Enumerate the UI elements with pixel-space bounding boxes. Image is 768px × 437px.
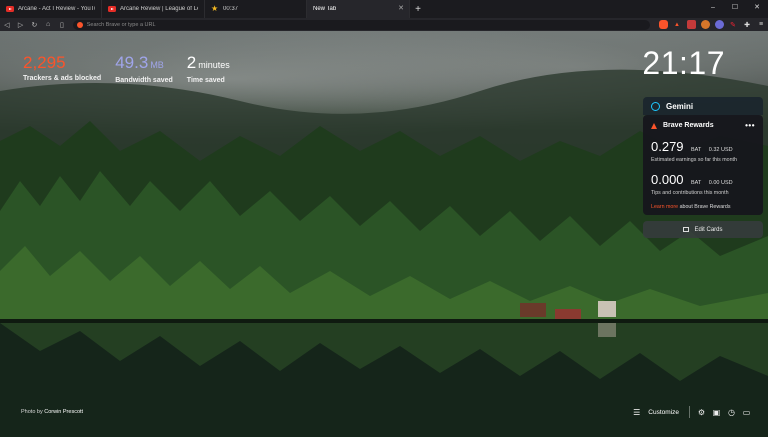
video-camera-icon: ▭ [742, 407, 751, 417]
window-controls: – ☐ ✕ [702, 0, 768, 14]
back-button[interactable]: ◁ [0, 18, 14, 31]
reload-button[interactable]: ↻ [28, 18, 42, 31]
brave-rewards-card: Brave Rewards ••• 0.279 BAT 0.32 USD Est… [643, 115, 763, 215]
edit-cards-button[interactable]: Edit Cards [643, 221, 763, 238]
stat-time: 2 minutes Time saved [187, 53, 230, 84]
tab-arcane-youtube[interactable]: Arcane - Act I Review - YouTube [0, 0, 102, 18]
edit-cards-label: Edit Cards [694, 226, 723, 233]
tips-value: 0.000 [651, 172, 684, 187]
earnings-value: 0.279 [651, 139, 684, 154]
puzzle-icon[interactable]: ✚ [743, 20, 752, 29]
tips-desc: Tips and contributions this month [651, 190, 729, 196]
edit-cards-icon [683, 227, 690, 232]
bottom-controls: ☰ Customize ⚙ ▣ ◷ ▭ [633, 406, 754, 418]
gemini-icon [651, 101, 660, 111]
brave-rewards-icon [651, 122, 657, 129]
brave-talk-button[interactable]: ▭ [739, 406, 754, 418]
tab-new-tab[interactable]: New Tab ✕ [307, 0, 410, 18]
youtube-icon [6, 6, 14, 12]
extension-icon[interactable] [714, 20, 724, 29]
stat-trackers: 2,295 Trackers & ads blocked [23, 53, 101, 84]
menu-icon[interactable]: ≡ [757, 20, 766, 29]
photo-credit: Photo by Corwin Prescott [21, 409, 83, 415]
time-unit: minutes [198, 60, 230, 70]
bookmark-icon: ▯ [59, 21, 64, 29]
trackers-label: Trackers & ads blocked [23, 75, 102, 82]
divider [689, 406, 690, 418]
gear-icon: ⚙ [697, 407, 706, 417]
bandwidth-label: Bandwidth saved [115, 77, 173, 84]
minimize-button[interactable]: – [702, 0, 724, 14]
forward-button[interactable]: ▷ [14, 18, 28, 31]
earnings-desc: Estimated earnings so far this month [651, 157, 737, 163]
toolbar: ◁ ▷ ↻ ⌂ ▯ Search Brave or type a URL ▲ ✎… [0, 18, 768, 31]
rewards-learn-more: Learn more about Brave Rewards [651, 204, 755, 210]
rewards-header: Brave Rewards ••• [651, 121, 755, 130]
bookmarks-button[interactable]: ▣ [709, 406, 724, 418]
new-tab-page: 2,295 Trackers & ads blocked 49.3 MB Band… [0, 31, 768, 437]
stats-panel: 2,295 Trackers & ads blocked 49.3 MB Band… [23, 53, 244, 84]
rewards-title: Brave Rewards [663, 122, 714, 129]
settings-button[interactable]: ⚙ [694, 406, 709, 418]
forward-icon: ▷ [17, 21, 24, 29]
customize-label: Customize [648, 408, 679, 416]
trackers-count: 2,295 [23, 53, 66, 72]
time-value-row: 2 minutes [187, 53, 230, 75]
bandwidth-value-row: 49.3 MB [115, 53, 173, 75]
back-icon: ◁ [4, 21, 10, 29]
customize-button[interactable]: ☰ Customize [633, 408, 679, 417]
new-tab-button[interactable]: + [410, 0, 426, 18]
pen-icon[interactable]: ✎ [729, 20, 738, 29]
learn-more-link[interactable]: Learn more [651, 204, 678, 210]
rewards-tips: 0.000 BAT 0.00 USD Tips and contribution… [651, 171, 755, 197]
learn-more-text: about Brave Rewards [678, 204, 731, 210]
maximize-button[interactable]: ☐ [724, 0, 746, 14]
tab-title: Arcane Review | League of Legends - [120, 6, 198, 12]
history-button[interactable]: ◷ [724, 406, 739, 418]
reload-icon: ↻ [31, 21, 38, 29]
brave-shields-icon[interactable] [658, 20, 668, 29]
star-icon: ★ [211, 4, 219, 13]
tab-title: Arcane - Act I Review - YouTube [18, 6, 95, 12]
time-label: Time saved [186, 77, 225, 84]
stat-bandwidth: 49.3 MB Bandwidth saved [115, 53, 173, 84]
photographer-link[interactable]: Corwin Prescott [44, 409, 83, 415]
bookmark-icon: ▣ [712, 407, 721, 417]
address-placeholder: Search Brave or type a URL [86, 21, 156, 28]
tips-bat: BAT [691, 180, 702, 186]
earnings-usd: 0.32 USD [708, 147, 733, 153]
time-value: 2 [186, 53, 197, 72]
metamask-icon[interactable] [700, 20, 710, 29]
bookmark-button[interactable]: ▯ [55, 18, 69, 31]
home-icon: ⌂ [46, 21, 51, 28]
tab-title: 00:37 [223, 6, 239, 12]
bandwidth-value: 49.3 [115, 53, 149, 72]
tab-timer[interactable]: ★ 00:37 [205, 0, 307, 18]
gemini-title: Gemini [666, 101, 694, 111]
tab-title: New Tab [313, 6, 337, 12]
tab-strip: Arcane - Act I Review - YouTube Arcane R… [0, 0, 768, 18]
more-options-icon[interactable]: ••• [745, 121, 755, 130]
tips-amount-row: 0.000 BAT 0.00 USD [651, 171, 755, 189]
extension-icon[interactable] [686, 20, 696, 29]
home-button[interactable]: ⌂ [41, 18, 55, 31]
extension-bar: ▲ ✎ ✚ ≡ [656, 20, 768, 29]
youtube-icon [108, 6, 116, 12]
close-window-button[interactable]: ✕ [746, 0, 768, 14]
photo-credit-prefix: Photo by [21, 409, 45, 415]
earnings-amount-row: 0.279 BAT 0.32 USD [651, 138, 755, 156]
close-tab-icon[interactable]: ✕ [398, 5, 404, 13]
clock: 21:17 [642, 45, 725, 81]
address-bar[interactable]: Search Brave or type a URL [72, 19, 651, 30]
bandwidth-unit: MB [150, 60, 164, 70]
sliders-icon: ☰ [633, 407, 641, 417]
earnings-bat: BAT [691, 147, 702, 153]
gemini-card[interactable]: Gemini [643, 97, 763, 115]
history-icon: ◷ [728, 407, 735, 417]
rewards-earnings: 0.279 BAT 0.32 USD Estimated earnings so… [651, 138, 755, 164]
tips-usd: 0.00 USD [708, 180, 733, 186]
tab-arcane-league[interactable]: Arcane Review | League of Legends - [102, 0, 205, 18]
brave-rewards-icon[interactable]: ▲ [673, 20, 682, 29]
brave-search-icon [76, 21, 83, 28]
